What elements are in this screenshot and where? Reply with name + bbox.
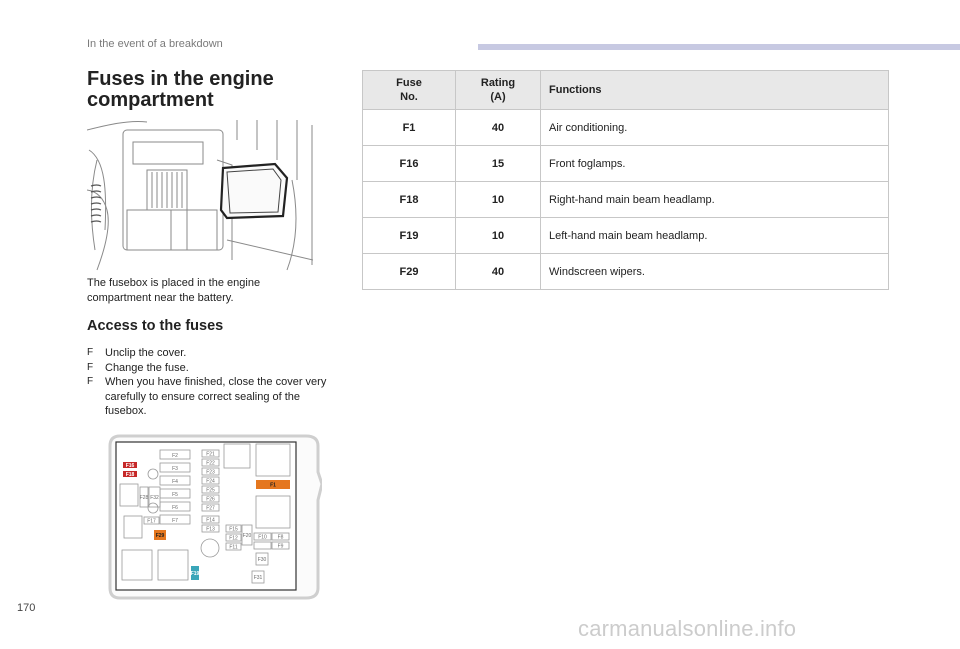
fusebox-diagram: F2 F3 F4 F5 F6 F7 F21 F22 F23 F24 F25 F2… [108,434,322,600]
fuse-label-f9: F9 [278,544,284,550]
fuse-label-f14: F14 [206,518,215,524]
table-row: F19 10 Left-hand main beam headlamp. [362,217,889,254]
function-cell: Windscreen wipers. [540,253,889,290]
step-bullet-icon: F [87,376,94,387]
rating-cell: 15 [455,145,541,182]
fuse-label-f3: F3 [172,466,178,472]
fuse-label-f24: F24 [206,479,215,485]
fuse-label-f26: F26 [206,497,215,503]
fuse-label-f6: F6 [172,505,178,511]
fuse-label-f1: F1 [270,483,276,489]
access-heading: Access to the fuses [87,318,224,334]
table-row: F29 40 Windscreen wipers. [362,253,889,290]
fuse-label-f29: F29 [156,533,165,539]
column-header-functions: Functions [540,70,889,110]
table-header-row: Fuse No. Rating (A) Functions [362,70,889,110]
watermark: carmanualsonline.info [578,616,797,641]
function-cell: Front foglamps. [540,145,889,182]
fuse-label-f16: F16 [126,463,135,469]
fuse-label-f4: F4 [172,479,178,485]
fuse-label-f32: F32 [150,495,159,501]
fuse-label-f11: F11 [229,545,237,551]
steps-list: F Unclip the cover. F Change the fuse. F Wh… [87,346,337,419]
fuse-label-f12: F12 [229,536,238,542]
fuse-label-f23: F23 [206,470,215,476]
fuse-label-f19: F19 [191,571,200,577]
fuse-label-f15: F15 [229,527,238,533]
rating-cell: 40 [455,109,541,146]
fuse-table: Fuse No. Rating (A) Functions F1 40 Air … [362,70,889,290]
table-row: F16 15 Front foglamps. [362,145,889,182]
fuse-label-f31: F31 [254,575,263,581]
fuse-label-f22: F22 [206,461,215,467]
fuse-cell: F16 [362,145,456,182]
function-cell: Air conditioning. [540,109,889,146]
fuse-label-f5: F5 [172,492,178,498]
fuse-label-f13: F13 [206,527,215,533]
fuse-label-f2: F2 [172,453,178,459]
list-item: F Unclip the cover. [87,347,187,359]
fuse-cell: F1 [362,109,456,146]
function-cell: Right-hand main beam headlamp. [540,181,889,218]
page-number: 170 [17,602,36,614]
rating-cell: 10 [455,181,541,218]
table-row: F1 40 Air conditioning. [362,109,889,146]
fuse-label-f21: F21 [206,452,215,458]
engine-fusebox-photo [87,120,313,272]
list-item: F When you have finished, close the cover… [87,376,327,417]
fuse-label-f10: F10 [258,535,267,541]
function-cell: Left-hand main beam headlamp. [540,217,889,254]
fuse-label-f28: F28 [140,495,149,501]
fuse-cell: F19 [362,217,456,254]
page-title: Fuses in the engine compartment [87,68,274,111]
rating-cell: 10 [455,217,541,254]
table-row: F18 10 Right-hand main beam headlamp. [362,181,889,218]
fuse-label-f30: F30 [258,557,267,563]
fuse-cell: F29 [362,253,456,290]
header-accent-bar [478,44,960,50]
rating-cell: 40 [455,253,541,290]
intro-paragraph: The fusebox is placed in the engine comp… [87,277,261,304]
fuse-label-f25: F25 [206,488,215,494]
fuse-label-f7: F7 [172,518,178,524]
fuse-label-f27: F27 [206,506,215,512]
fuse-label-f8: F8 [278,535,284,541]
column-header-fuse-no: Fuse No. [362,70,456,110]
list-item: F Change the fuse. [87,361,189,374]
fuse-label-f20: F20 [243,533,252,539]
fuse-label-f17: F17 [147,519,156,525]
section-header: In the event of a breakdown [87,38,223,50]
step-bullet-icon: F [87,361,94,373]
column-header-rating: Rating (A) [455,70,541,110]
fuse-cell: F18 [362,181,456,218]
fuse-label-f18: F18 [126,472,135,478]
step-bullet-icon: F [87,347,94,358]
